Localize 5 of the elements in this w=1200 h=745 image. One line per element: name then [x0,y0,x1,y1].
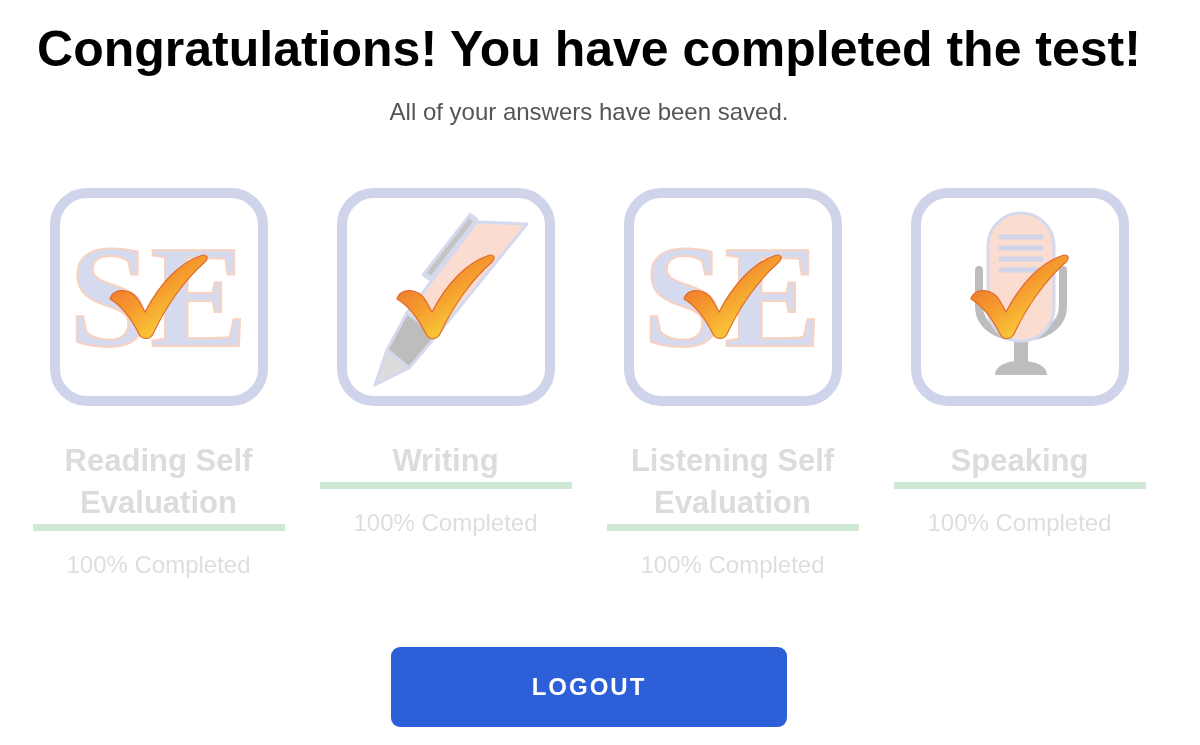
page-subheading: All of your answers have been saved. [389,97,789,127]
logout-button[interactable]: LOGOUT [391,647,787,727]
microphone-check-icon [910,188,1129,406]
page-heading: Congratulations! You have completed the test! [37,20,1141,78]
pen-check-icon [336,188,555,406]
